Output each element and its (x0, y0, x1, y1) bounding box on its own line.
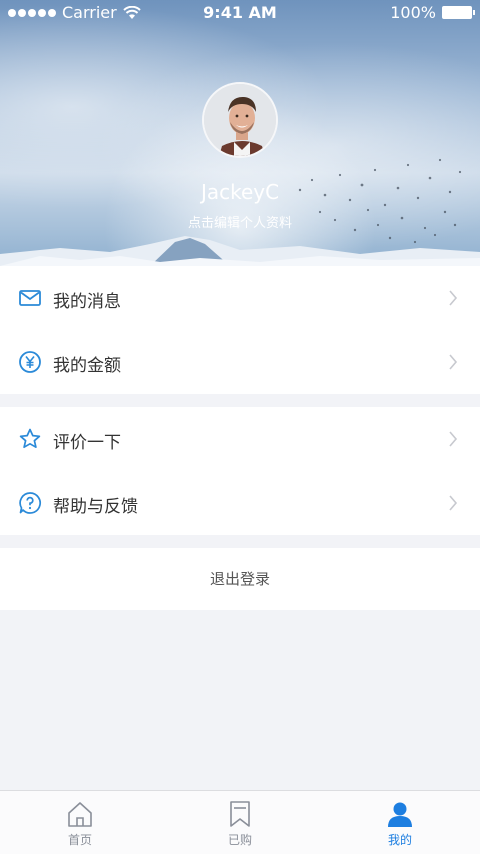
menu-group-account: 我的消息 我的金额 (0, 266, 480, 394)
username[interactable]: JackeyC (0, 180, 480, 204)
menu-group-feedback: 评价一下 帮助与反馈 (0, 407, 480, 535)
chevron-right-icon (449, 431, 458, 447)
menu-item-help[interactable]: 帮助与反馈 (0, 471, 480, 535)
battery-icon (442, 6, 475, 19)
menu-item-label: 我的金额 (53, 356, 121, 376)
chevron-right-icon (449, 495, 458, 511)
battery-percent: 100% (390, 3, 436, 22)
tab-purchased[interactable]: 已购 (160, 791, 320, 854)
chevron-right-icon (449, 290, 458, 306)
tab-label: 我的 (387, 833, 412, 847)
avatar[interactable] (202, 82, 278, 158)
menu-item-label: 评价一下 (53, 433, 121, 453)
tab-label: 首页 (67, 833, 92, 847)
star-icon (19, 428, 41, 449)
menu-item-balance[interactable]: 我的金额 (0, 330, 480, 394)
tab-mine[interactable]: 我的 (320, 791, 480, 854)
profile-header: Carrier 9:41 AM 100% JackeyC 点击编辑个人资料 (0, 0, 480, 266)
tab-home[interactable]: 首页 (0, 791, 160, 854)
chevron-right-icon (449, 354, 458, 370)
help-icon (19, 492, 41, 514)
avatar-image (204, 84, 276, 156)
menu-item-rate[interactable]: 评价一下 (0, 407, 480, 471)
tab-bar: 首页 已购 我的 (0, 790, 480, 854)
menu-item-label: 帮助与反馈 (53, 497, 138, 517)
user-icon (388, 802, 412, 827)
mountain-decoration (0, 236, 480, 266)
tab-label: 已购 (227, 833, 252, 847)
edit-profile-link[interactable]: 点击编辑个人资料 (0, 212, 480, 231)
battery-info: 100% (390, 3, 475, 22)
logout-button[interactable]: 退出登录 (0, 548, 480, 610)
status-bar: Carrier 9:41 AM 100% (0, 0, 480, 26)
menu-item-messages[interactable]: 我的消息 (0, 266, 480, 330)
bookmark-icon (230, 801, 250, 827)
yuan-icon (19, 351, 41, 373)
mail-icon (19, 290, 41, 306)
home-icon (68, 802, 92, 827)
menu-item-label: 我的消息 (53, 292, 121, 312)
